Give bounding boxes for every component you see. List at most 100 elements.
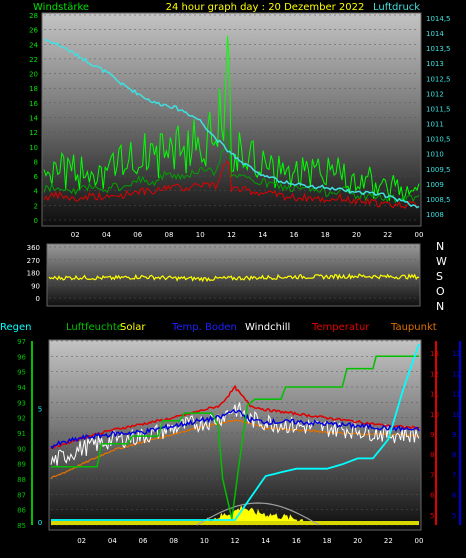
compass-label: S <box>436 270 443 283</box>
x-tick-label: 00 <box>415 537 424 545</box>
x-tick-label: 16 <box>290 231 299 239</box>
wind-tick-label: 18 <box>29 85 38 93</box>
x-tick-label: 00 <box>415 231 424 239</box>
x-tick-label: 02 <box>71 231 80 239</box>
direction-tick-label: 0 <box>36 295 40 303</box>
x-tick-label: 18 <box>323 537 332 545</box>
pressure-axis-label: Luftdruck <box>373 2 420 13</box>
x-tick-label: 14 <box>258 231 267 239</box>
wind-tick-label: 20 <box>29 71 38 79</box>
pressure-tick-label: 1014,5 <box>426 15 451 23</box>
direction-tick-label: 180 <box>27 270 40 278</box>
pressure-tick-label: 1011 <box>426 121 444 129</box>
legend-temperatur: Temperatur <box>311 322 370 333</box>
compass-label: N <box>436 300 444 313</box>
wind-tick-label: 2 <box>34 202 38 210</box>
x-tick-label: 06 <box>139 537 148 545</box>
temp-boden-tick-label: 10 <box>452 411 461 419</box>
wind-tick-label: 28 <box>29 12 38 20</box>
pressure-tick-label: 1012 <box>426 90 444 98</box>
humidity-tick-label: 85 <box>17 522 26 530</box>
x-tick-label: 08 <box>165 231 174 239</box>
x-tick-label: 22 <box>384 537 393 545</box>
humidity-tick-label: 97 <box>17 338 26 346</box>
regen-tick-label: 0 <box>38 519 42 527</box>
legend-solar: Solar <box>120 322 146 333</box>
humidity-tick-label: 88 <box>17 476 26 484</box>
pressure-tick-label: 1008,5 <box>426 196 451 204</box>
pressure-tick-label: 1009,5 <box>426 166 451 174</box>
temp-tick-label: 13 <box>430 350 439 358</box>
x-tick-label: 04 <box>108 537 117 545</box>
pressure-tick-label: 1013,5 <box>426 45 451 53</box>
x-tick-label: 12 <box>231 537 240 545</box>
legend-temp-boden: Temp. Boden <box>171 322 237 333</box>
humidity-tick-label: 94 <box>17 384 26 392</box>
wind-tick-label: 16 <box>29 100 38 108</box>
weather-graph: Windstärke 24 hour graph day : 20 Dezemb… <box>0 2 461 545</box>
pressure-tick-label: 1009 <box>426 181 444 189</box>
wind-tick-label: 14 <box>29 115 38 123</box>
wind-tick-label: 12 <box>29 129 38 137</box>
wind-tick-label: 26 <box>29 27 38 35</box>
temp-tick-label: 5 <box>430 512 434 520</box>
wind-tick-label: 8 <box>34 158 38 166</box>
direction-tick-label: 270 <box>27 257 40 265</box>
pressure-tick-label: 1014 <box>426 30 444 38</box>
wind-tick-label: 24 <box>29 41 38 49</box>
legend-regen: Regen <box>0 322 32 333</box>
compass-label: W <box>436 255 447 268</box>
graph-title: 24 hour graph day : 20 Dezember 2022 <box>166 2 365 13</box>
pressure-tick-label: 1010,5 <box>426 136 451 144</box>
x-tick-label: 12 <box>227 231 236 239</box>
legend-luftfeuchte: Luftfeuchte <box>66 322 123 333</box>
x-tick-label: 04 <box>102 231 111 239</box>
wind-tick-label: 4 <box>34 188 39 196</box>
compass-label: O <box>436 285 445 298</box>
temp-tick-label: 11 <box>430 391 439 399</box>
solar-baseline <box>51 521 419 525</box>
temp-tick-label: 8 <box>430 451 434 459</box>
wind-tick-label: 6 <box>34 173 39 181</box>
temp-boden-tick-label: 8 <box>452 451 456 459</box>
pressure-tick-label: 1011,5 <box>426 105 451 113</box>
pressure-tick-label: 1013 <box>426 60 444 68</box>
temp-tick-label: 10 <box>430 411 439 419</box>
x-tick-label: 22 <box>383 231 392 239</box>
humidity-tick-label: 89 <box>17 461 26 469</box>
humidity-tick-label: 90 <box>17 445 26 453</box>
temp-boden-tick-label: 12 <box>452 370 461 378</box>
x-tick-label: 18 <box>321 231 330 239</box>
humidity-tick-label: 95 <box>17 369 26 377</box>
x-tick-label: 10 <box>200 537 209 545</box>
temp-tick-label: 7 <box>430 471 434 479</box>
direction-tick-label: 90 <box>31 282 40 290</box>
compass-label: N <box>436 240 444 253</box>
temp-boden-tick-label: 9 <box>452 431 456 439</box>
pressure-tick-label: 1010 <box>426 151 444 159</box>
temp-boden-tick-label: 11 <box>452 391 461 399</box>
humidity-tick-label: 96 <box>17 353 26 361</box>
pressure-tick-label: 1008 <box>426 211 444 219</box>
humidity-tick-label: 91 <box>17 430 26 438</box>
temp-tick-label: 6 <box>430 492 435 500</box>
humidity-tick-label: 93 <box>17 399 26 407</box>
temp-boden-tick-label: 5 <box>452 512 456 520</box>
x-tick-label: 10 <box>196 231 205 239</box>
wind-tick-label: 0 <box>34 217 38 225</box>
x-tick-label: 14 <box>261 537 270 545</box>
wind-tick-label: 10 <box>29 144 38 152</box>
wind-tick-label: 22 <box>29 56 38 64</box>
temp-boden-tick-label: 7 <box>452 471 456 479</box>
pressure-tick-label: 1012,5 <box>426 75 451 83</box>
temp-tick-label: 12 <box>430 370 439 378</box>
x-tick-label: 06 <box>133 231 142 239</box>
x-tick-label: 02 <box>77 537 86 545</box>
x-tick-label: 20 <box>352 231 361 239</box>
temp-tick-label: 9 <box>430 431 434 439</box>
humidity-tick-label: 86 <box>17 507 26 515</box>
x-tick-label: 16 <box>292 537 301 545</box>
temp-boden-tick-label: 6 <box>452 492 457 500</box>
humidity-tick-label: 87 <box>17 491 26 499</box>
humidity-tick-label: 92 <box>17 415 26 423</box>
